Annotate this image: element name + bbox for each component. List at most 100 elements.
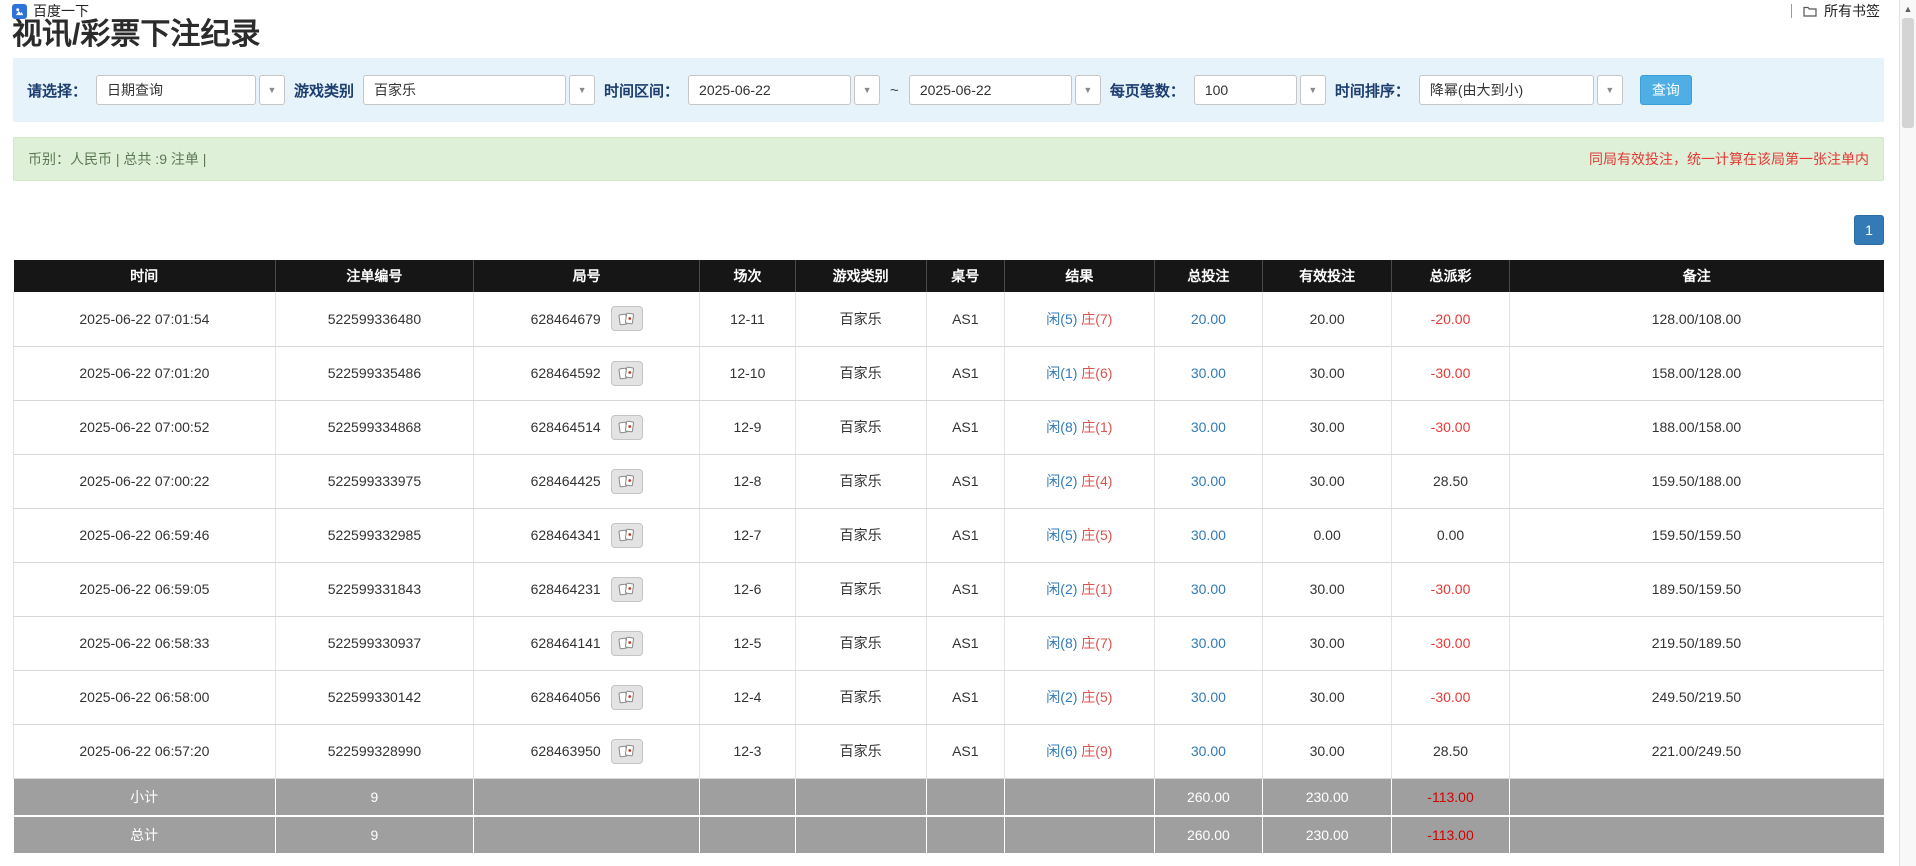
page-size-value[interactable]: 100 (1194, 75, 1297, 105)
cell-game-type: 百家乐 (795, 454, 926, 508)
view-round-cards-icon[interactable] (611, 469, 643, 494)
date-mode-value[interactable]: 日期查询 (96, 75, 256, 105)
sort-value[interactable]: 降幂(由大到小) (1419, 75, 1594, 105)
page-size-label: 每页笔数： (1110, 80, 1185, 101)
date-mode-combobox[interactable]: 日期查询 ▼ (96, 75, 285, 105)
result-player: 闲(2) (1046, 581, 1077, 597)
view-round-cards-icon[interactable] (611, 306, 643, 331)
cell-payout: -30.00 (1392, 562, 1510, 616)
range-separator: ~ (889, 82, 900, 99)
total-bet-link[interactable]: 30.00 (1191, 365, 1226, 381)
cell-time: 2025-06-22 07:01:54 (14, 292, 276, 346)
subtotal-row: 小计 9 260.00 230.00 -113.00 (14, 778, 1884, 816)
bookmarks-separator (1791, 4, 1792, 18)
cell-note: 159.50/188.00 (1509, 454, 1883, 508)
view-round-cards-icon[interactable] (611, 361, 643, 386)
col-header-valid-bet: 有效投注 (1263, 260, 1392, 292)
page-button-1[interactable]: 1 (1854, 215, 1884, 245)
total-bet-link[interactable]: 20.00 (1191, 311, 1226, 327)
cell-note: 221.00/249.50 (1509, 724, 1883, 778)
table-footer: 小计 9 260.00 230.00 -113.00 总计 9 260.00 2… (14, 778, 1884, 854)
total-bet-link[interactable]: 30.00 (1191, 527, 1226, 543)
subtotal-label: 小计 (14, 778, 276, 816)
cell-bet-id: 522599331843 (275, 562, 473, 616)
chevron-down-icon[interactable]: ▼ (1300, 75, 1326, 105)
chevron-down-icon[interactable]: ▼ (259, 75, 285, 105)
cell-game-type: 百家乐 (795, 616, 926, 670)
cell-valid-bet: 30.00 (1263, 346, 1392, 400)
summary-bar: 币别：人民币 | 总共 :9 注单 | 同局有效投注，统一计算在该局第一张注单内 (13, 137, 1884, 181)
scroll-up-icon[interactable]: ▲ (1900, 0, 1916, 17)
date-to-value[interactable]: 2025-06-22 (909, 75, 1072, 105)
search-button[interactable]: 查询 (1640, 75, 1692, 105)
cell-round: 628464056 (474, 670, 700, 724)
total-bet-link[interactable]: 30.00 (1191, 581, 1226, 597)
sort-combobox[interactable]: 降幂(由大到小) ▼ (1419, 75, 1623, 105)
chevron-down-icon[interactable]: ▼ (1597, 75, 1623, 105)
cell-table-no: AS1 (926, 616, 1005, 670)
chevron-down-icon[interactable]: ▼ (569, 75, 595, 105)
cell-note: 189.50/159.50 (1509, 562, 1883, 616)
vertical-scrollbar[interactable]: ▲ (1899, 0, 1916, 866)
cell-table-no: AS1 (926, 454, 1005, 508)
table-row: 2025-06-22 06:59:05 522599331843 6284642… (14, 562, 1884, 616)
all-bookmarks-button[interactable]: 所有书签 (1824, 1, 1880, 21)
game-type-value[interactable]: 百家乐 (363, 75, 566, 105)
table-row: 2025-06-22 06:58:00 522599330142 6284640… (14, 670, 1884, 724)
table-row: 2025-06-22 07:00:22 522599333975 6284644… (14, 454, 1884, 508)
cell-table-no: AS1 (926, 292, 1005, 346)
page-title: 视讯/彩票下注纪录 (12, 18, 1916, 52)
game-type-combobox[interactable]: 百家乐 ▼ (363, 75, 595, 105)
total-bet-link[interactable]: 30.00 (1191, 743, 1226, 759)
result-banker: 庄(5) (1081, 689, 1112, 705)
cell-valid-bet: 30.00 (1263, 400, 1392, 454)
cell-result: 闲(6) 庄(9) (1005, 724, 1155, 778)
result-banker: 庄(4) (1081, 473, 1112, 489)
cell-payout: -30.00 (1392, 616, 1510, 670)
cell-result: 闲(8) 庄(7) (1005, 616, 1155, 670)
view-round-cards-icon[interactable] (611, 577, 643, 602)
result-player: 闲(8) (1046, 419, 1077, 435)
chevron-down-icon[interactable]: ▼ (854, 75, 880, 105)
cell-bet-id: 522599330937 (275, 616, 473, 670)
date-to-picker[interactable]: 2025-06-22 ▼ (909, 75, 1101, 105)
cell-payout: -30.00 (1392, 346, 1510, 400)
view-round-cards-icon[interactable] (611, 631, 643, 656)
page-size-combobox[interactable]: 100 ▼ (1194, 75, 1326, 105)
bookmarks-folder-icon (1803, 5, 1817, 17)
cell-game-type: 百家乐 (795, 292, 926, 346)
pagination: 1 (13, 215, 1884, 245)
cell-table-no: AS1 (926, 508, 1005, 562)
chevron-down-icon[interactable]: ▼ (1075, 75, 1101, 105)
date-from-value[interactable]: 2025-06-22 (688, 75, 851, 105)
table-body: 2025-06-22 07:01:54 522599336480 6284646… (14, 292, 1884, 778)
total-bet-link[interactable]: 30.00 (1191, 419, 1226, 435)
view-round-cards-icon[interactable] (611, 685, 643, 710)
round-id: 628464425 (531, 473, 601, 489)
round-id: 628464056 (531, 689, 601, 705)
total-payout: -113.00 (1392, 816, 1510, 854)
total-bet-link[interactable]: 30.00 (1191, 689, 1226, 705)
view-round-cards-icon[interactable] (611, 415, 643, 440)
view-round-cards-icon[interactable] (611, 523, 643, 548)
cell-round: 628464141 (474, 616, 700, 670)
cell-payout: 28.50 (1392, 724, 1510, 778)
scrollbar-thumb[interactable] (1902, 18, 1914, 128)
view-round-cards-icon[interactable] (611, 739, 643, 764)
cell-total-bet: 30.00 (1154, 400, 1262, 454)
bookmark-baidu[interactable]: 百度一下 (33, 1, 89, 21)
cell-round: 628463950 (474, 724, 700, 778)
cell-time: 2025-06-22 07:00:22 (14, 454, 276, 508)
date-from-picker[interactable]: 2025-06-22 ▼ (688, 75, 880, 105)
main-content: 请选择： 日期查询 ▼ 游戏类别 百家乐 ▼ 时间区间： 2025-06-22 … (0, 52, 1916, 855)
cell-game-type: 百家乐 (795, 400, 926, 454)
cell-game-type: 百家乐 (795, 670, 926, 724)
total-bet-link[interactable]: 30.00 (1191, 635, 1226, 651)
cell-bet-id: 522599332985 (275, 508, 473, 562)
total-bet-link[interactable]: 30.00 (1191, 473, 1226, 489)
cell-payout: -30.00 (1392, 670, 1510, 724)
round-id: 628464592 (531, 365, 601, 381)
round-id: 628463950 (531, 743, 601, 759)
result-player: 闲(8) (1046, 635, 1077, 651)
cell-result: 闲(2) 庄(4) (1005, 454, 1155, 508)
